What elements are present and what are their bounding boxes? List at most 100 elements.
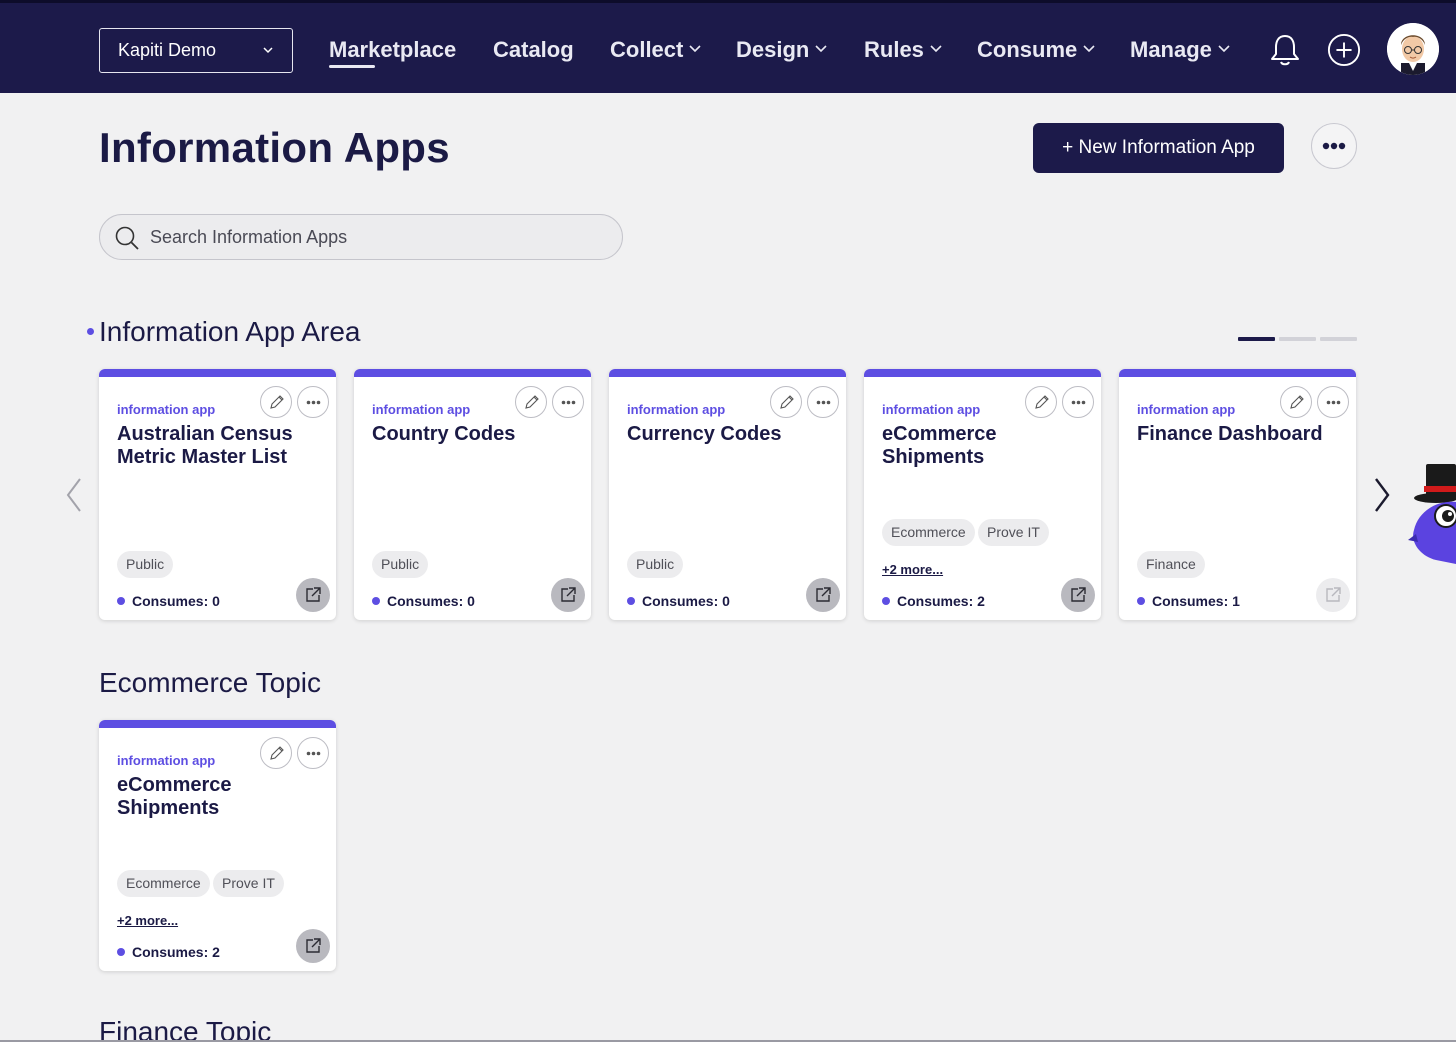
chevron-down-icon [689, 45, 701, 53]
card-accent-bar [354, 369, 591, 377]
card-accent-bar [864, 369, 1101, 377]
open-app-button[interactable] [296, 929, 330, 963]
card-type: information app [372, 402, 471, 417]
consumes-count: Consumes: 2 [117, 944, 220, 960]
section-title-ecommerce-topic: Ecommerce Topic [99, 667, 322, 698]
card-more-button[interactable] [297, 386, 329, 418]
consumes-count: Consumes: 0 [117, 593, 220, 609]
card-more-button[interactable] [297, 737, 329, 769]
edit-button[interactable] [260, 737, 292, 769]
mascot-illustration [1408, 464, 1456, 564]
external-link-icon [306, 587, 321, 602]
nav-marketplace[interactable]: Marketplace [329, 33, 456, 69]
app-card[interactable]: information app Currency Codes Public Co… [609, 369, 846, 620]
edit-button[interactable] [1280, 386, 1312, 418]
nav-catalog[interactable]: Catalog [493, 33, 574, 69]
pager-dot-1[interactable] [1238, 337, 1275, 341]
workspace-select[interactable]: Kapiti Demo [99, 28, 293, 73]
card-more-button[interactable] [1062, 386, 1094, 418]
card-type: information app [117, 402, 216, 417]
external-link-icon [1326, 587, 1341, 602]
chevron-right-icon[interactable] [1370, 475, 1394, 515]
edit-button[interactable] [260, 386, 292, 418]
external-link-icon [1071, 587, 1086, 602]
page-more-button[interactable] [1311, 123, 1357, 169]
nav-consume[interactable]: Consume [977, 33, 1095, 69]
page-title: Information Apps [99, 124, 450, 171]
tag: Prove IT [978, 519, 1049, 546]
card-name: eCommerce Shipments [117, 774, 232, 819]
new-information-app-button[interactable]: + New Information App [1033, 123, 1284, 173]
chevron-down-icon [1218, 45, 1230, 53]
open-app-button[interactable] [1316, 578, 1350, 612]
pencil-icon [780, 395, 794, 409]
open-app-button[interactable] [806, 578, 840, 612]
ellipsis-icon [1322, 142, 1346, 150]
section-indicator-dot [87, 328, 94, 335]
ellipsis-icon [816, 400, 831, 405]
chevron-down-icon [930, 45, 942, 53]
edit-button[interactable] [515, 386, 547, 418]
search-box [99, 214, 623, 260]
app-card[interactable]: information app eCommerce Shipments Ecom… [864, 369, 1101, 620]
external-link-icon [306, 938, 321, 953]
ellipsis-icon [306, 400, 321, 405]
tag: Ecommerce [117, 870, 210, 897]
app-card[interactable]: information app Finance Dashboard Financ… [1119, 369, 1356, 620]
nav-manage[interactable]: Manage [1130, 33, 1230, 69]
open-app-button[interactable] [296, 578, 330, 612]
plus-circle-icon[interactable] [1327, 32, 1361, 68]
search-input[interactable] [150, 223, 600, 251]
section-title-information-app-area: Information App Area [99, 316, 361, 347]
edit-button[interactable] [1025, 386, 1057, 418]
consumes-count: Consumes: 0 [627, 593, 730, 609]
app-card[interactable]: information app eCommerce Shipments Ecom… [99, 720, 336, 971]
chevron-down-icon [815, 45, 827, 53]
edit-button[interactable] [770, 386, 802, 418]
card-accent-bar [609, 369, 846, 377]
bell-icon[interactable] [1268, 32, 1302, 68]
open-app-button[interactable] [1061, 578, 1095, 612]
nav-rules[interactable]: Rules [864, 33, 942, 69]
chevron-down-icon [263, 47, 273, 54]
pager-dot-2[interactable] [1279, 337, 1316, 341]
ellipsis-icon [306, 751, 321, 756]
external-link-icon [816, 587, 831, 602]
tag: Ecommerce [882, 519, 975, 546]
more-tags-link[interactable]: +2 more... [882, 562, 943, 577]
card-name: Finance Dashboard [1137, 423, 1323, 445]
tag: Public [372, 551, 429, 578]
tag: Public [627, 551, 684, 578]
consumes-count: Consumes: 2 [882, 593, 985, 609]
chevron-down-icon [1083, 45, 1095, 53]
card-more-button[interactable] [552, 386, 584, 418]
status-dot [117, 597, 125, 605]
nav-design[interactable]: Design [736, 33, 827, 69]
ellipsis-icon [561, 400, 576, 405]
chevron-left-icon[interactable] [62, 475, 86, 515]
more-tags-link[interactable]: +2 more... [117, 913, 178, 928]
pencil-icon [1035, 395, 1049, 409]
ellipsis-icon [1326, 400, 1341, 405]
card-name: eCommerce Shipments [882, 423, 997, 468]
pencil-icon [270, 395, 284, 409]
pencil-icon [1290, 395, 1304, 409]
avatar[interactable] [1387, 23, 1439, 75]
pager-dot-3[interactable] [1320, 337, 1357, 341]
card-type: information app [1137, 402, 1236, 417]
nav-collect[interactable]: Collect [610, 33, 701, 69]
card-accent-bar [1119, 369, 1356, 377]
tag: Prove IT [213, 870, 284, 897]
card-more-button[interactable] [807, 386, 839, 418]
consumes-count: Consumes: 0 [372, 593, 475, 609]
search-icon [115, 226, 139, 250]
top-nav: Kapiti Demo Marketplace Catalog Collect … [0, 0, 1456, 93]
ellipsis-icon [1071, 400, 1086, 405]
tag: Finance [1137, 551, 1205, 578]
app-card[interactable]: information app Australian Census Metric… [99, 369, 336, 620]
app-card[interactable]: information app Country Codes Public Con… [354, 369, 591, 620]
status-dot [627, 597, 635, 605]
card-type: information app [627, 402, 726, 417]
card-more-button[interactable] [1317, 386, 1349, 418]
open-app-button[interactable] [551, 578, 585, 612]
